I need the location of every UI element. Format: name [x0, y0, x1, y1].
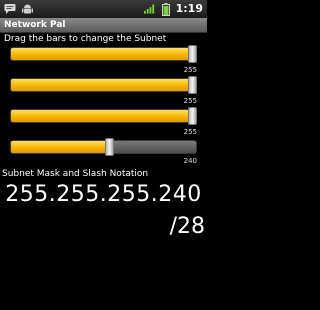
message-icon — [4, 2, 16, 15]
clock: 1:19 — [175, 2, 203, 15]
slider-thumb[interactable] — [188, 45, 197, 63]
octet-3-value: 255 — [183, 128, 197, 136]
octet-2-value: 255 — [183, 97, 197, 105]
octet-2-slider[interactable] — [10, 76, 197, 94]
slider-thumb[interactable] — [188, 107, 197, 125]
signal-3g-icon — [143, 3, 156, 16]
slider-track — [10, 78, 197, 92]
octet-1-slider[interactable] — [10, 45, 197, 63]
octet-1-value: 255 — [183, 66, 197, 74]
result-heading: Subnet Mask and Slash Notation — [2, 169, 149, 179]
slider-thumb[interactable] — [188, 76, 197, 94]
slider-track — [10, 140, 197, 154]
slider-fill — [11, 110, 194, 122]
octet-3-slider[interactable] — [10, 107, 197, 125]
android-debug-icon — [21, 2, 33, 15]
slider-track — [10, 47, 197, 61]
slider-fill — [11, 141, 111, 153]
slash-notation-value: /28 — [169, 214, 205, 239]
status-bar: 1:19 — [0, 0, 207, 19]
subnet-mask-value: 255.255.255.240 — [5, 182, 202, 207]
octet-4-slider[interactable] — [10, 138, 197, 156]
slider-fill — [11, 79, 194, 91]
instructions-label: Drag the bars to change the Subnet — [4, 34, 167, 44]
slider-fill — [11, 48, 194, 60]
battery-icon — [160, 2, 172, 16]
octet-4-value: 240 — [183, 157, 197, 165]
slider-track — [10, 109, 197, 123]
app-title-bar: Network Pal — [0, 18, 207, 33]
slider-thumb[interactable] — [104, 138, 114, 156]
app-title: Network Pal — [4, 20, 66, 30]
